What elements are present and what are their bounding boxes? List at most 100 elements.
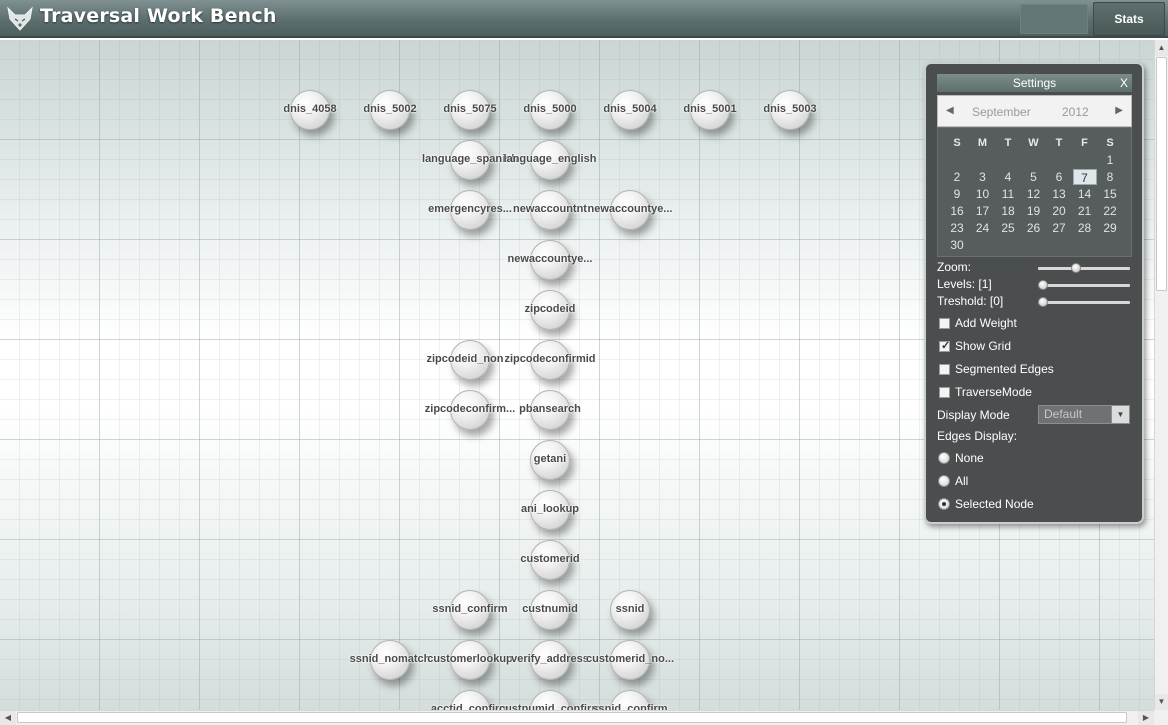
threshold-slider[interactable] [1038, 297, 1130, 307]
edges-selected-node-label: Selected Node [955, 497, 1034, 511]
settings-title-bar[interactable]: Settings X [937, 74, 1132, 92]
calendar-day[interactable]: 18 [996, 203, 1020, 219]
chevron-left-icon[interactable]: ◀ [946, 105, 954, 116]
scroll-left-arrow-icon[interactable]: ◀ [0, 711, 16, 725]
graph-node-label: verify_address [511, 653, 589, 665]
chevron-right-icon[interactable]: ▶ [1115, 105, 1123, 116]
vertical-scroll-thumb[interactable] [1156, 57, 1167, 291]
calendar-day[interactable]: 1 [1098, 152, 1122, 168]
graph-node-label: newaccountye... [587, 203, 673, 215]
calendar-day[interactable]: 23 [945, 220, 969, 236]
app-title: Traversal Work Bench [40, 5, 277, 27]
calendar-day[interactable]: 4 [996, 169, 1020, 185]
calendar-day[interactable]: 16 [945, 203, 969, 219]
show-grid-label: Show Grid [955, 339, 1012, 353]
calendar-day[interactable]: 17 [971, 203, 995, 219]
calendar-day[interactable]: 13 [1047, 186, 1071, 202]
calendar-day[interactable]: 14 [1073, 186, 1097, 202]
calendar-day[interactable]: 26 [1022, 220, 1046, 236]
graph-node-label: zipcodeid [524, 303, 576, 315]
calendar-day[interactable]: 7 [1072, 169, 1097, 185]
calendar-weekday: M [977, 137, 988, 149]
edges-all-radio[interactable] [938, 475, 950, 487]
scroll-down-arrow-icon[interactable]: ▼ [1155, 694, 1168, 710]
vertical-scrollbar[interactable]: ▲ ▼ [1154, 40, 1168, 710]
graph-node-label: dnis_4058 [283, 103, 337, 115]
calendar-header: ◀ September 2012 ▶ [937, 95, 1132, 127]
app-header: Traversal Work Bench Stats [0, 0, 1168, 38]
graph-node-label: zipcodeconfirm... [424, 403, 516, 415]
calendar-day[interactable]: 19 [1022, 203, 1046, 219]
calendar-day[interactable]: 5 [1022, 169, 1046, 185]
calendar-day[interactable]: 30 [945, 237, 969, 253]
graph-node-label: dnis_5001 [683, 103, 737, 115]
calendar-day[interactable]: 2 [945, 169, 969, 185]
traverse-mode-label: TraverseMode [955, 385, 1032, 399]
calendar-day[interactable]: 8 [1098, 169, 1122, 185]
zoom-slider-thumb[interactable] [1070, 263, 1081, 273]
close-icon[interactable]: X [1120, 74, 1128, 92]
calendar-day[interactable]: 21 [1073, 203, 1097, 219]
calendar-day[interactable]: 10 [971, 186, 995, 202]
calendar-weekday: W [1028, 137, 1039, 149]
calendar-weekday: S [953, 137, 961, 149]
calendar-day[interactable]: 25 [996, 220, 1020, 236]
graph-node-label: newaccountye... [507, 253, 593, 265]
calendar-weekday: S [1106, 137, 1114, 149]
show-grid-checkbox[interactable]: ✓ [939, 340, 950, 352]
scroll-right-arrow-icon[interactable]: ▶ [1138, 711, 1154, 725]
calendar-day[interactable]: 28 [1073, 220, 1097, 236]
graph-node-label: acctid_confirm [430, 703, 510, 710]
calendar-day[interactable]: 24 [971, 220, 995, 236]
threshold-label: Treshold: [0] [937, 294, 1004, 308]
traverse-mode-checkbox[interactable] [939, 387, 950, 398]
scrollbar-corner [1154, 710, 1168, 725]
horizontal-scrollbar[interactable]: ◀ ▶ [0, 710, 1154, 725]
calendar-day[interactable]: 22 [1098, 203, 1122, 219]
calendar-day[interactable]: 9 [945, 186, 969, 202]
radio-dot-icon [942, 502, 946, 506]
display-mode-select[interactable]: Default ▼ [1038, 405, 1130, 424]
calendar-day[interactable]: 12 [1022, 186, 1046, 202]
calendar-day[interactable]: 11 [996, 186, 1020, 202]
levels-slider[interactable] [1038, 280, 1130, 290]
fox-head-icon [7, 6, 33, 31]
edges-none-label: None [955, 451, 984, 465]
horizontal-scroll-thumb[interactable] [17, 712, 1127, 723]
stats-button[interactable]: Stats [1093, 2, 1165, 36]
zoom-slider[interactable] [1038, 263, 1130, 273]
graph-node-label: ssnid [615, 603, 645, 615]
graph-node-label: dnis_5075 [443, 103, 497, 115]
edges-none-radio[interactable] [938, 452, 950, 464]
graph-node-label: customerlookup [427, 653, 513, 665]
add-weight-label: Add Weight [955, 316, 1017, 330]
chevron-down-icon[interactable]: ▼ [1111, 406, 1129, 423]
graph-node-label: newaccountnt [513, 203, 587, 215]
calendar-year: 2012 [1062, 105, 1089, 119]
graph-node-label: language_english [503, 153, 597, 165]
scroll-up-arrow-icon[interactable]: ▲ [1155, 40, 1168, 56]
calendar-day[interactable]: 3 [971, 169, 995, 185]
graph-node-label: zipcodeconfirmid [504, 353, 596, 365]
calendar-day[interactable]: 15 [1098, 186, 1122, 202]
disabled-header-button[interactable] [1020, 4, 1088, 34]
calendar-weekday: T [1055, 137, 1063, 149]
calendar-day[interactable]: 29 [1098, 220, 1122, 236]
graph-node-label: dnis_5004 [603, 103, 657, 115]
settings-panel: Settings X ◀ September 2012 ▶ SMTWTFS123… [924, 62, 1144, 524]
graph-node-label: ani_lookup [520, 503, 580, 515]
add-weight-checkbox[interactable] [939, 318, 950, 329]
calendar-day[interactable]: 20 [1047, 203, 1071, 219]
levels-slider-thumb[interactable] [1038, 280, 1048, 290]
graph-node-label: getani [533, 453, 567, 465]
graph-node-label: ssnid_nomatch [349, 653, 431, 665]
graph-node-label: dnis_5002 [363, 103, 417, 115]
graph-node-label: customerid [520, 553, 580, 565]
edges-selected-node-radio[interactable] [938, 498, 950, 510]
calendar-day[interactable]: 6 [1047, 169, 1071, 185]
graph-node-label: ssnid_confirm [432, 603, 508, 615]
threshold-slider-thumb[interactable] [1038, 297, 1048, 307]
calendar-day[interactable]: 27 [1047, 220, 1071, 236]
segmented-edges-checkbox[interactable] [939, 364, 950, 375]
graph-node-label: dnis_5000 [523, 103, 577, 115]
